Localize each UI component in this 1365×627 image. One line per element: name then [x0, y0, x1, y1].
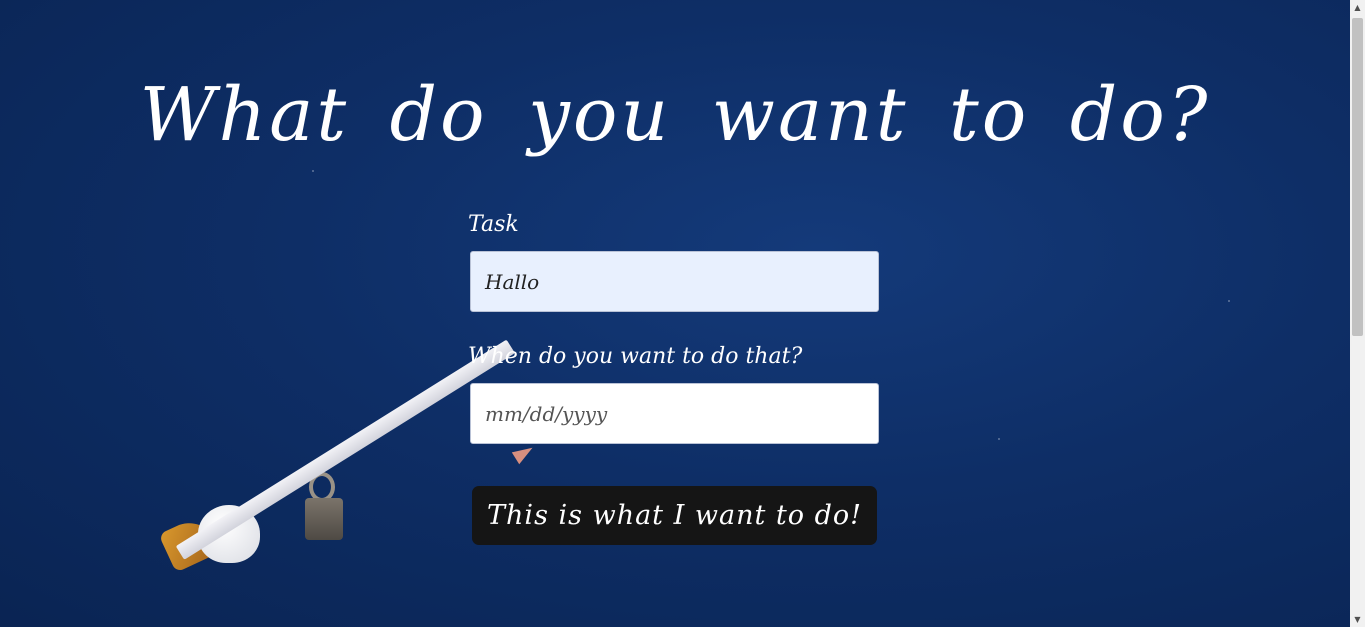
date-input[interactable]: mm/dd/yyyy — [470, 383, 879, 444]
background-speck — [1228, 300, 1230, 302]
scroll-down-icon[interactable]: ▼ — [1350, 612, 1365, 627]
submit-button[interactable]: This is what I want to do! — [472, 486, 877, 545]
vertical-scrollbar[interactable]: ▲ ▼ — [1350, 0, 1365, 627]
background-speck — [998, 438, 1000, 440]
scroll-up-icon[interactable]: ▲ — [1350, 0, 1365, 15]
pencil-decoration — [175, 339, 515, 560]
task-label: Task — [468, 212, 519, 237]
date-input-placeholder: mm/dd/yyyy — [485, 401, 608, 426]
scrollbar-thumb[interactable] — [1352, 18, 1363, 336]
task-input-value: Hallo — [485, 269, 540, 294]
page-title: What do you want to do? — [139, 72, 1211, 158]
binder-clip-decoration — [303, 472, 343, 542]
task-input[interactable]: Hallo — [470, 251, 879, 312]
background-speck — [312, 170, 314, 172]
page-background: What do you want to do? Task Hallo When … — [0, 0, 1350, 627]
task-form: Task Hallo When do you want to do that? … — [468, 212, 880, 545]
date-label: When do you want to do that? — [468, 344, 803, 369]
